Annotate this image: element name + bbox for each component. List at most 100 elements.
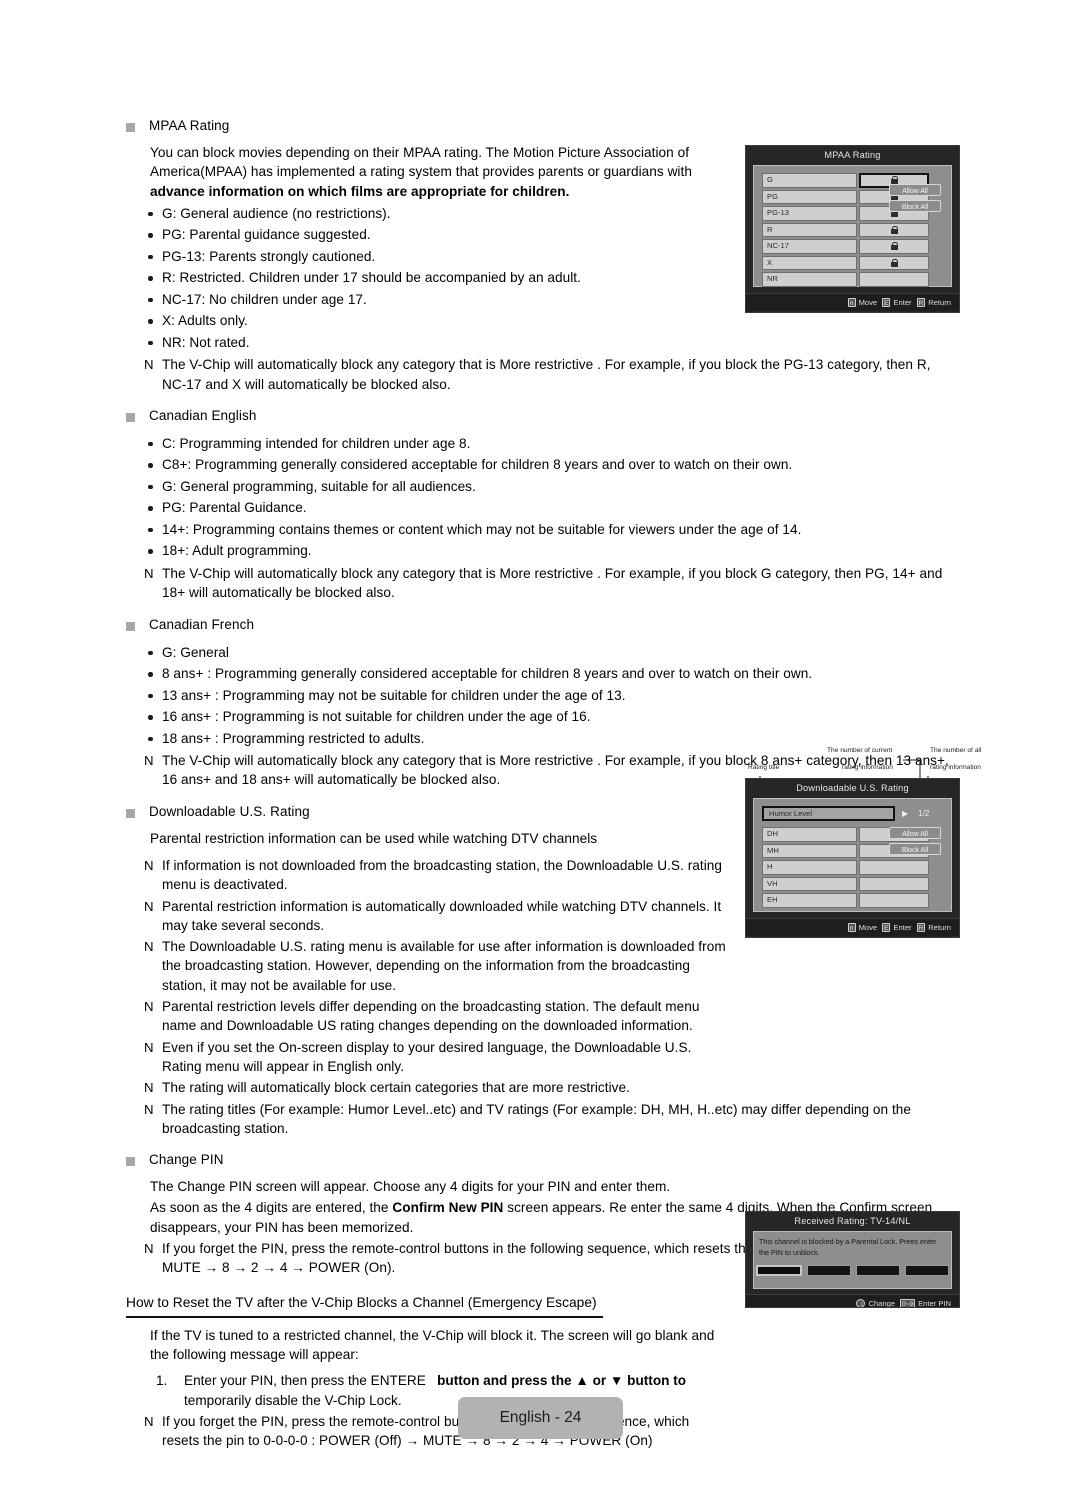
table-row[interactable]: MH — [762, 843, 857, 858]
section-title: MPAA Rating — [149, 118, 230, 133]
rating-label-column: G PG PG-13 R NC-17 X NR — [762, 173, 857, 289]
footer-hint-move: n Move — [847, 923, 878, 932]
lock-cell-empty[interactable] — [859, 860, 929, 875]
footer-label: Enter — [893, 298, 912, 307]
table-row[interactable]: NC-17 — [762, 239, 857, 254]
footer-hint-enter-pin: 0~9 Enter PIN — [900, 1299, 951, 1308]
list-item: G: General — [126, 642, 956, 664]
note-text: The V-Chip will automatically block any … — [162, 357, 931, 392]
blocked-message: This channel is blocked by a Parental Lo… — [754, 1232, 951, 1258]
lock-cell-empty[interactable] — [859, 272, 929, 287]
note: N The V-Chip will automatically block an… — [126, 355, 956, 394]
osd-footer: ↕ Change 0~9 Enter PIN — [746, 1294, 959, 1308]
note-text: The rating will automatically block cert… — [162, 1080, 630, 1096]
section-title: Downloadable U.S. Rating — [149, 803, 310, 819]
allow-all-button[interactable]: Allow All — [889, 184, 941, 196]
note-text: If information is not downloaded from th… — [162, 857, 722, 893]
footer-label: Enter — [893, 923, 912, 932]
rating-title-row: Humor Level ▶ 1/2 — [762, 806, 943, 821]
next-arrow-icon[interactable]: ▶ — [902, 809, 908, 818]
table-row[interactable]: H — [762, 860, 857, 875]
osd-downloadable-us-rating: Downloadable U.S. Rating Humor Level ▶ 1… — [745, 778, 960, 938]
osd-body: This channel is blocked by a Parental Lo… — [753, 1231, 952, 1289]
lock-cell-empty[interactable] — [859, 876, 929, 891]
note-marker: N — [144, 1241, 154, 1257]
rich-pre: As soon as the 4 digits are entered, the — [150, 1200, 393, 1216]
table-row[interactable]: NR — [762, 272, 857, 287]
pin-digit-box[interactable] — [756, 1265, 802, 1276]
rating-title-field[interactable]: Humor Level — [762, 806, 895, 821]
list-item: 13 ans+ : Programming may not be suitabl… — [126, 685, 956, 707]
table-row[interactable]: PG-13 — [762, 206, 857, 221]
osd-body: G PG PG-13 R NC-17 X NR Allow All Block … — [753, 165, 952, 287]
lock-cell[interactable] — [859, 222, 929, 237]
note: N The V-Chip will automatically block an… — [126, 564, 956, 603]
table-row[interactable]: X — [762, 255, 857, 270]
note-text: The V-Chip will automatically block any … — [162, 565, 943, 601]
note-text: Even if you set the On-screen display to… — [162, 1039, 692, 1074]
change-pin-paragraph: The Change PIN screen will appear. Choos… — [150, 1179, 671, 1195]
note-marker: N — [144, 857, 154, 873]
pin-entry-row — [756, 1265, 949, 1276]
reset-intro: If the TV is tuned to a restricted chann… — [150, 1327, 715, 1362]
return-icon: R — [916, 923, 926, 932]
note-marker: N — [144, 357, 154, 373]
square-bullet-icon — [126, 123, 135, 132]
list-item: C8+: Programming generally considered ac… — [126, 454, 956, 476]
footer-label: Return — [928, 923, 951, 932]
osd-footer: n Move E Enter R Return — [746, 293, 959, 311]
table-row[interactable]: R — [762, 222, 857, 237]
footer-label: Return — [928, 298, 951, 307]
lock-cell[interactable] — [859, 239, 929, 254]
square-bullet-icon — [126, 808, 135, 818]
canadian-english-bullet-list: C: Programming intended for children und… — [126, 433, 956, 562]
footer-label: Enter PIN — [918, 1299, 951, 1308]
note: N The rating titles (For example: Humor … — [126, 1100, 956, 1139]
list-item: NR: Not rated. — [126, 332, 956, 354]
list-item: 18+: Adult programming. — [126, 540, 956, 562]
mpaa-paragraph-bold: advance information on which films are a… — [150, 183, 570, 199]
pin-digit-box[interactable] — [856, 1265, 900, 1276]
pin-digit-box[interactable] — [905, 1265, 949, 1276]
pin-digit-box[interactable] — [807, 1265, 851, 1276]
table-row[interactable]: VH — [762, 876, 857, 891]
osd-side-buttons: Allow All Block All — [889, 184, 941, 216]
rating-label-column: DH MH H VH EH — [762, 827, 857, 910]
section-heading-mpaa: MPAA Rating — [126, 118, 956, 134]
lock-icon — [890, 225, 898, 234]
block-all-button[interactable]: Block All — [889, 200, 941, 212]
square-bullet-icon — [126, 412, 135, 422]
table-row[interactable]: DH — [762, 827, 857, 842]
note: N The rating will automatically block ce… — [126, 1078, 956, 1097]
block-all-button[interactable]: Block All — [889, 843, 941, 855]
list-item: 16 ans+ : Programming is not suitable fo… — [126, 706, 956, 728]
list-item: 14+: Programming contains themes or cont… — [126, 519, 956, 541]
section-heading-canadian-english: Canadian English — [126, 408, 956, 424]
allow-all-button[interactable]: Allow All — [889, 827, 941, 839]
return-icon: R — [916, 298, 926, 307]
lock-cell[interactable] — [859, 255, 929, 270]
note-text: Parental restriction information is auto… — [162, 898, 722, 933]
list-item: G: General programming, suitable for all… — [126, 476, 956, 498]
osd-footer: n Move E Enter R Return — [746, 918, 959, 936]
note-marker: N — [144, 1101, 154, 1117]
footer-label: Move — [858, 923, 878, 932]
navigate-icon: n — [847, 298, 856, 307]
section-heading-canadian-french: Canadian French — [126, 617, 956, 633]
note: N Parental restriction levels differ dep… — [126, 997, 730, 1036]
section-title: Change PIN — [149, 1152, 224, 1168]
osd-received-rating: Received Rating: TV-14/NL This channel i… — [745, 1211, 960, 1308]
note-text: The rating titles (For example: Humor Le… — [162, 1101, 912, 1136]
note-marker: N — [144, 1413, 154, 1429]
lock-icon — [890, 242, 898, 251]
table-row[interactable]: G — [762, 173, 857, 188]
section-title: Canadian French — [149, 616, 255, 632]
note: N Even if you set the On-screen display … — [126, 1038, 730, 1077]
table-row[interactable]: PG — [762, 189, 857, 204]
table-row[interactable]: EH — [762, 893, 857, 908]
osd-side-buttons: Allow All Block All — [889, 827, 941, 859]
osd-mpaa-rating: MPAA Rating G PG PG-13 R NC-17 X NR Allo… — [745, 145, 960, 313]
list-item: X: Adults only. — [126, 310, 956, 332]
lock-cell-empty[interactable] — [859, 893, 929, 908]
footer-hint-return: R Return — [916, 923, 951, 932]
